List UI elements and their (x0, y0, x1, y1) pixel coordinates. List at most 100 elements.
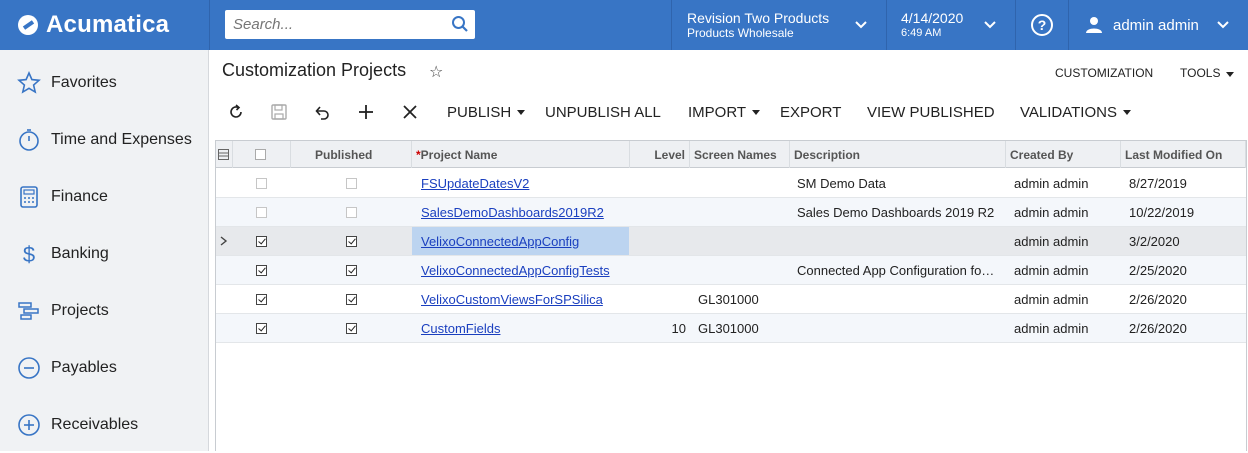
dollar-icon: $ (23, 242, 35, 266)
project-name-link[interactable]: VelixoCustomViewsForSPSilica (421, 285, 603, 313)
sidebar-item-time-and-expenses[interactable]: Time and Expenses (0, 111, 208, 168)
published-checkbox (346, 322, 357, 334)
project-name-link[interactable]: CustomFields (421, 314, 500, 342)
created-by-cell: admin admin (1014, 291, 1089, 307)
page-title: Customization Projects (222, 60, 407, 80)
modified-cell: 2/26/2020 (1129, 320, 1187, 336)
plus-circle-icon (18, 413, 40, 436)
row-select-checkbox[interactable] (256, 177, 267, 189)
logo[interactable]: Acumatica (0, 0, 208, 50)
column-description[interactable]: Description (790, 141, 1006, 168)
add-icon[interactable] (357, 103, 375, 121)
created-by-cell: admin admin (1014, 262, 1089, 278)
gantt-icon (18, 301, 39, 320)
star-icon (17, 70, 41, 94)
column-settings-icon[interactable] (216, 141, 233, 168)
import-button[interactable]: IMPORT (688, 100, 761, 124)
tools-menu[interactable]: TOOLS (1180, 66, 1235, 80)
sidebar-item-favorites[interactable]: Favorites (0, 54, 208, 111)
save-icon[interactable] (270, 103, 288, 121)
project-name-link[interactable]: SalesDemoDashboards2019R2 (421, 198, 604, 226)
column-created-by[interactable]: Created By (1006, 141, 1121, 168)
validations-label: VALIDATIONS (1020, 103, 1117, 121)
search-icon[interactable] (451, 15, 469, 33)
created-by-cell: admin admin (1014, 204, 1089, 220)
sidebar-item-projects[interactable]: Projects (0, 282, 208, 339)
sidebar-item-label: Finance (51, 187, 108, 205)
table-row-current[interactable]: VelixoConnectedAppConfig admin admin 3/2… (216, 227, 1246, 256)
table-row[interactable]: FSUpdateDatesV2 SM Demo Data admin admin… (216, 169, 1246, 198)
chevron-down-icon (1217, 21, 1229, 29)
row-select-checkbox[interactable] (256, 206, 267, 218)
select-all-checkbox[interactable] (233, 141, 291, 168)
level-cell: 10 (671, 320, 686, 336)
table-row[interactable]: VelixoCustomViewsForSPSilica GL301000 ad… (216, 285, 1246, 314)
acumatica-logo-icon (18, 15, 38, 35)
sidebar-item-banking[interactable]: $ Banking (0, 225, 208, 282)
published-checkbox (346, 235, 357, 247)
sidebar-item-label: Receivables (51, 415, 139, 433)
customization-menu[interactable]: CUSTOMIZATION (1055, 66, 1153, 80)
search-input[interactable] (233, 16, 443, 33)
table-row[interactable]: CustomFields 10 GL301000 admin admin 2/2… (216, 314, 1246, 343)
chevron-down-icon (855, 21, 867, 29)
business-date-selector[interactable]: 4/14/2020 6:49 AM (886, 0, 1015, 50)
sidebar-item-label: Projects (51, 301, 109, 319)
project-name-link[interactable]: VelixoConnectedAppConfigTests (421, 256, 610, 284)
caret-down-icon (1226, 72, 1235, 77)
modified-cell: 3/2/2020 (1129, 233, 1180, 249)
help-icon: ? (1031, 14, 1053, 36)
column-last-modified-on[interactable]: Last Modified On (1121, 141, 1246, 168)
logo-text: Acumatica (46, 11, 170, 38)
sidebar-item-payables[interactable]: Payables (0, 339, 208, 396)
view-published-button[interactable]: VIEW PUBLISHED (867, 100, 995, 124)
row-select-checkbox[interactable] (256, 293, 267, 305)
top-bar: Acumatica Revision Two Products Products… (0, 0, 1248, 50)
modified-cell: 2/25/2020 (1129, 262, 1187, 278)
screen-names-cell: GL301000 (698, 320, 759, 336)
chevron-down-icon (984, 21, 996, 29)
column-level[interactable]: Level (630, 141, 690, 168)
sidebar-item-receivables[interactable]: Receivables (0, 396, 208, 453)
validations-button[interactable]: VALIDATIONS (1020, 100, 1131, 124)
minus-circle-icon (18, 356, 40, 379)
search-box[interactable] (225, 10, 475, 39)
publish-button[interactable]: PUBLISH (447, 100, 526, 124)
caret-down-icon (1122, 109, 1131, 115)
description-cell: Sales Demo Dashboards 2019 R2 (797, 204, 995, 220)
sidebar: Favorites Time and Expenses Finance $ Ba… (0, 50, 209, 451)
add-to-favorites-star-icon[interactable]: ☆ (429, 62, 443, 82)
undo-icon[interactable] (313, 103, 331, 121)
help-button[interactable]: ? (1015, 0, 1068, 50)
table-row[interactable]: SalesDemoDashboards2019R2 Sales Demo Das… (216, 198, 1246, 227)
company-selector[interactable]: Revision Two Products Products Wholesale (671, 0, 886, 50)
level-cell (630, 227, 686, 255)
unpublish-all-button[interactable]: UNPUBLISH ALL (545, 100, 661, 124)
current-row-arrow-icon (220, 236, 228, 246)
grid-header: Published * Project Name Level Screen Nam… (216, 141, 1246, 168)
created-by-cell: admin admin (1014, 175, 1089, 191)
table-row[interactable]: VelixoConnectedAppConfigTests Connected … (216, 256, 1246, 285)
sidebar-item-finance[interactable]: Finance (0, 168, 208, 225)
column-project-name-label: Project Name (420, 147, 498, 162)
column-project-name[interactable]: * Project Name (412, 141, 630, 168)
project-name-link[interactable]: FSUpdateDatesV2 (421, 169, 529, 197)
level-cell (630, 198, 686, 226)
company-name: Revision Two Products (687, 10, 830, 26)
delete-icon[interactable] (402, 104, 418, 120)
user-icon (1086, 17, 1102, 33)
row-select-checkbox[interactable] (256, 235, 267, 247)
column-published[interactable]: Published (291, 141, 412, 168)
column-screen-names[interactable]: Screen Names (690, 141, 790, 168)
projects-grid: Published * Project Name Level Screen Nam… (215, 140, 1247, 451)
project-name-link[interactable]: VelixoConnectedAppConfig (421, 234, 579, 249)
user-menu[interactable]: admin admin (1068, 0, 1248, 50)
row-select-checkbox[interactable] (256, 264, 267, 276)
export-button[interactable]: EXPORT (780, 100, 841, 124)
refresh-icon[interactable] (227, 103, 245, 121)
tools-label: TOOLS (1180, 66, 1221, 80)
published-checkbox (346, 293, 357, 305)
stopwatch-icon (19, 128, 39, 151)
modified-cell: 10/22/2019 (1129, 204, 1195, 220)
row-select-checkbox[interactable] (256, 322, 267, 334)
